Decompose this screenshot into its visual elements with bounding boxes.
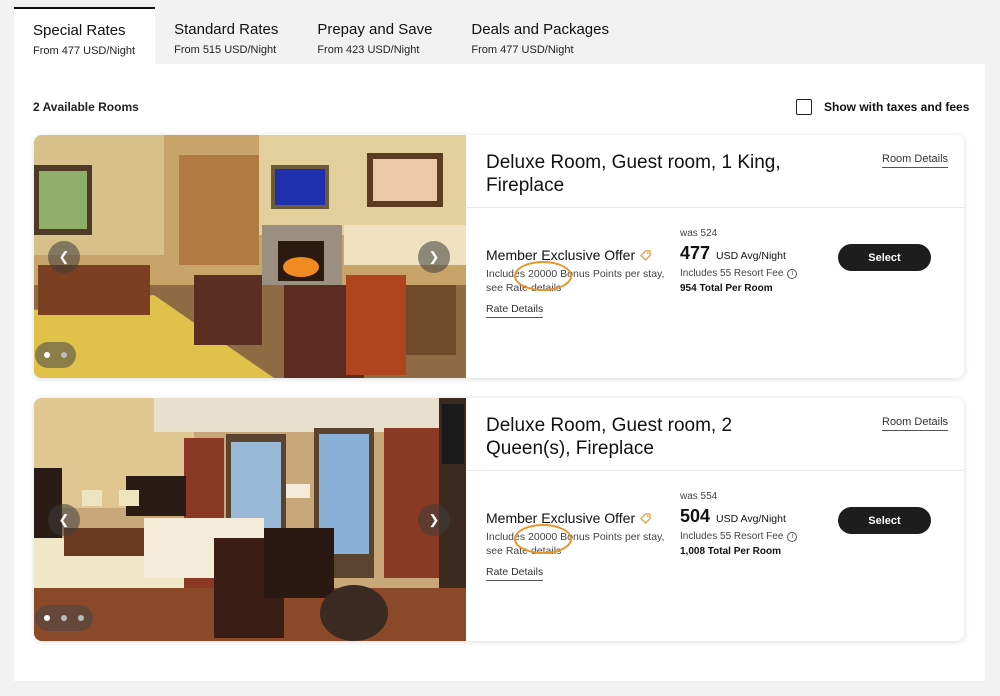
offer-title: Member Exclusive Offer [486,510,676,526]
tab-subtitle: From 477 USD/Night [471,44,574,56]
photo-dot[interactable] [61,615,67,621]
available-rooms-count: 2 Available Rooms [33,100,139,114]
offer-description: Includes 20000 Bonus Points per stay, se… [486,261,676,295]
price-unit: USD Avg/Night [716,250,786,262]
total-per-room: 1,008 Total Per Room [680,546,781,557]
was-price: was 524 [680,228,718,239]
photo-dot[interactable] [78,615,84,621]
room-info: Deluxe Room, Guest room, 2 Queen(s), Fir… [466,398,964,641]
divider [466,207,964,208]
resort-fee-text: Includes 55 Resort Fee [680,268,784,279]
rate-details-link[interactable]: Rate Details [486,303,544,318]
room-card: ❮ ❯ Deluxe Room, Guest room, 1 King, Fir… [34,135,964,378]
offer-description: Includes 20000 Bonus Points per stay, se… [486,524,676,558]
bonus-points-value: 20000 [513,261,573,291]
offer-title-text: Member Exclusive Offer [486,247,636,263]
tab-deals-and-packages[interactable]: Deals and Packages From 477 USD/Night [452,7,629,64]
chevron-left-icon[interactable]: ❮ [48,504,80,536]
tag-icon [640,249,651,261]
offer-block: Member Exclusive Offer Includes 20000 Bo… [486,247,676,318]
tab-subtitle: From 477 USD/Night [33,45,136,57]
room-card: ❮ ❯ Deluxe Room, Guest room, 2 Queen(s),… [34,398,964,641]
tab-subtitle: From 515 USD/Night [174,44,277,56]
chevron-right-icon[interactable]: ❯ [418,241,450,273]
info-icon[interactable]: i [787,268,798,279]
room-details-link[interactable]: Room Details [882,153,949,168]
room-photo-king [34,135,466,378]
divider [466,470,964,471]
price-block: was 524 477 USD Avg/Night Includes 55 Re… [680,228,798,294]
offer-title: Member Exclusive Offer [486,247,676,263]
chevron-right-icon[interactable]: ❯ [418,504,450,536]
taxes-checkbox[interactable] [796,99,812,115]
tab-special-rates[interactable]: Special Rates From 477 USD/Night [14,7,156,64]
taxes-toggle[interactable]: Show with taxes and fees [796,99,969,115]
select-button[interactable]: Select [838,244,931,271]
resort-fee-text: Includes 55 Resort Fee [680,531,784,542]
tab-prepay-and-save[interactable]: Prepay and Save From 423 USD/Night [298,7,452,64]
was-price: was 554 [680,491,718,502]
price-block: was 554 504 USD Avg/Night Includes 55 Re… [680,491,798,557]
photo-pagination [35,605,93,631]
room-details-link[interactable]: Room Details [882,416,949,431]
photo-pagination [35,342,76,368]
room-title: Deluxe Room, Guest room, 2 Queen(s), Fir… [486,415,733,459]
room-photo[interactable]: ❮ ❯ [34,135,466,378]
photo-dot[interactable] [44,615,50,621]
tab-title: Deals and Packages [471,21,609,38]
tab-subtitle: From 423 USD/Night [317,44,420,56]
select-button[interactable]: Select [838,507,931,534]
tag-icon [640,512,651,524]
price-amount: 477 [680,243,711,263]
tab-title: Special Rates [33,22,126,39]
resort-fee: Includes 55 Resort Fee i [680,268,798,279]
room-info: Deluxe Room, Guest room, 1 King, Firepla… [466,135,964,378]
photo-dot[interactable] [44,352,50,358]
offer-block: Member Exclusive Offer Includes 20000 Bo… [486,510,676,581]
room-photo[interactable]: ❮ ❯ [34,398,466,641]
bonus-points-value: 20000 [513,524,573,554]
total-per-room: 954 Total Per Room [680,283,773,294]
chevron-left-icon[interactable]: ❮ [48,241,80,273]
rate-tabs: Special Rates From 477 USD/Night Standar… [14,7,985,64]
room-title: Deluxe Room, Guest room, 1 King, Firepla… [486,152,781,196]
offer-title-text: Member Exclusive Offer [486,510,636,526]
price-row: 504 USD Avg/Night [680,506,797,527]
price-amount: 504 [680,506,711,526]
price-unit: USD Avg/Night [716,513,786,525]
price-row: 477 USD Avg/Night [680,243,797,264]
info-icon[interactable]: i [787,531,798,542]
photo-dot[interactable] [61,352,67,358]
taxes-label: Show with taxes and fees [824,100,970,114]
rate-details-link[interactable]: Rate Details [486,566,544,581]
room-photo-queens [34,398,466,641]
tab-title: Prepay and Save [317,21,433,38]
resort-fee: Includes 55 Resort Fee i [680,531,798,542]
tab-title: Standard Rates [174,21,279,38]
tab-standard-rates[interactable]: Standard Rates From 515 USD/Night [155,7,298,64]
